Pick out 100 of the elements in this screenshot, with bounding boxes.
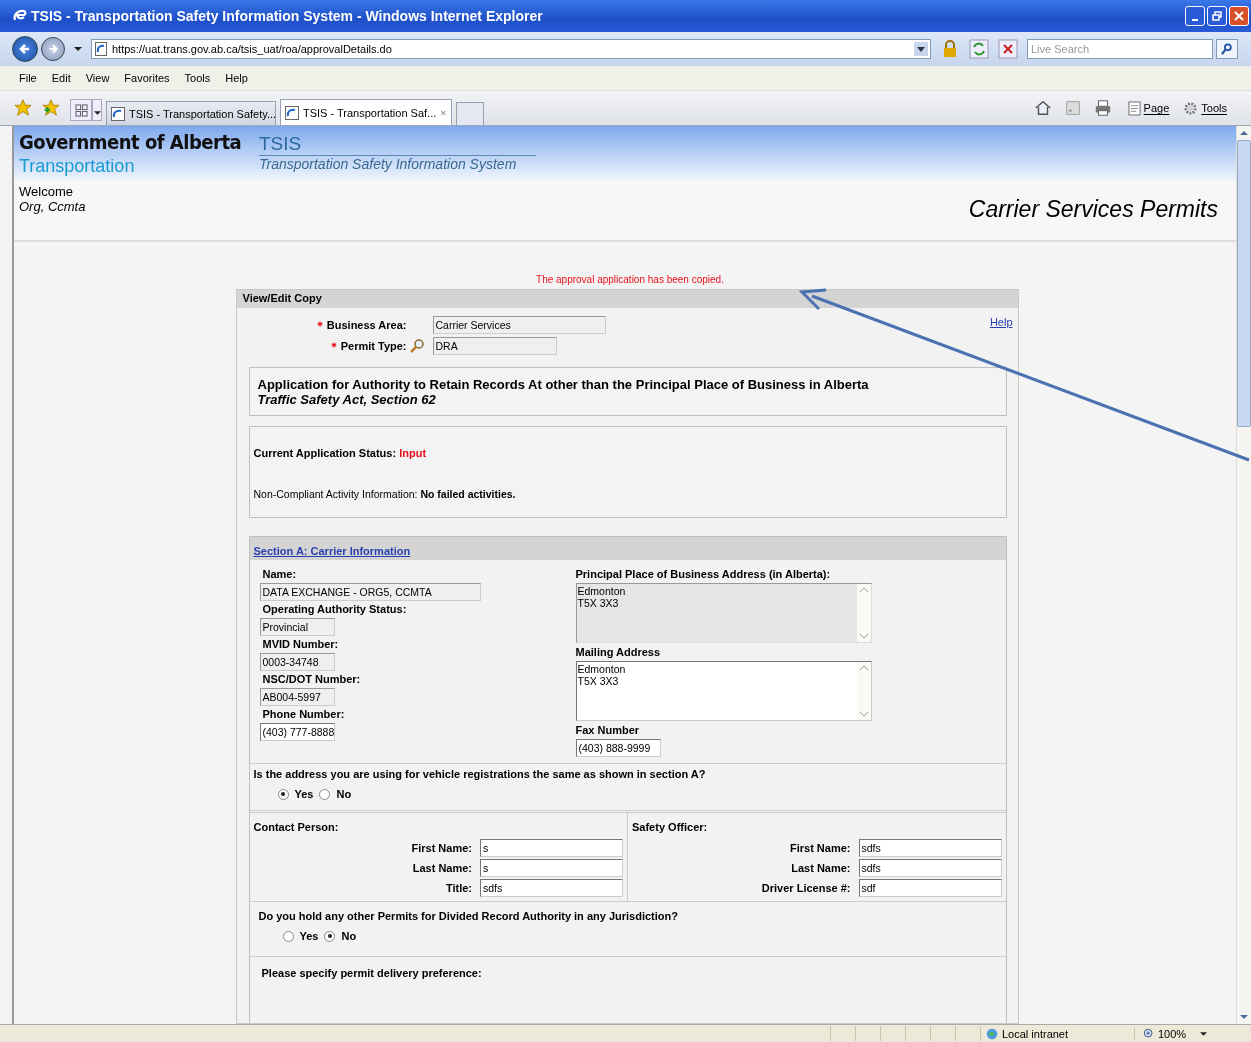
scrollbar[interactable] bbox=[856, 584, 871, 642]
text-area[interactable]: Edmonton T5X 3X3 bbox=[575, 583, 872, 643]
text-field[interactable]: Carrier Services bbox=[432, 316, 606, 334]
text-field[interactable]: sdfs bbox=[858, 839, 1002, 857]
text-field[interactable]: AB004-5997 bbox=[259, 688, 335, 706]
text-field[interactable]: (403) 777-8888 bbox=[259, 723, 335, 741]
address-field[interactable]: https://uat.trans.gov.ab.ca/tsis_uat/roa/approvalDetails.do bbox=[91, 39, 931, 59]
dropdown-icon[interactable] bbox=[74, 47, 82, 51]
success-message: The approval application has been copied. bbox=[536, 274, 724, 285]
status-text: Current Application Status: Input bbox=[253, 447, 428, 459]
help-link[interactable]: Help bbox=[989, 316, 1013, 355]
field-label: First Name: bbox=[411, 842, 472, 854]
stop-icon[interactable] bbox=[998, 39, 1018, 59]
text-field[interactable]: s bbox=[480, 839, 623, 857]
radio-option[interactable]: Yes bbox=[277, 788, 314, 800]
close-icon bbox=[1234, 11, 1244, 21]
search-icon[interactable] bbox=[408, 338, 425, 354]
field-label: Phone Number: bbox=[261, 708, 346, 720]
refresh-icon[interactable] bbox=[969, 39, 989, 59]
radio-option[interactable]: No bbox=[319, 788, 352, 800]
text-area[interactable]: Edmonton T5X 3X3 bbox=[575, 661, 872, 721]
scroll-up-icon[interactable] bbox=[1240, 131, 1248, 135]
scrollbar[interactable] bbox=[856, 662, 871, 720]
zoom-icon[interactable] bbox=[1134, 1027, 1155, 1040]
zoom-level[interactable]: 100% bbox=[1158, 1027, 1187, 1040]
menu-item[interactable]: Help bbox=[225, 72, 248, 84]
field-label: Permit Type: bbox=[340, 340, 407, 352]
tab-list-button[interactable] bbox=[92, 99, 102, 121]
scrollbar[interactable] bbox=[1236, 126, 1251, 1024]
caret-icon[interactable] bbox=[1200, 1031, 1208, 1036]
restore-icon bbox=[1212, 11, 1222, 21]
text-field[interactable]: (403) 888-9999 bbox=[575, 739, 661, 757]
search-icon bbox=[1221, 43, 1233, 55]
search-button[interactable] bbox=[1216, 39, 1238, 59]
page-icon bbox=[1127, 100, 1141, 116]
browser-tab[interactable]: TSIS - Transportation Saf... bbox=[280, 99, 452, 125]
scroll-down-icon[interactable] bbox=[859, 712, 868, 716]
dropdown-icon[interactable] bbox=[914, 42, 928, 56]
field-label: Last Name: bbox=[791, 862, 851, 874]
menu-item[interactable]: File bbox=[19, 72, 37, 84]
minimize-button[interactable] bbox=[1185, 6, 1205, 26]
act-reference: Traffic Safety Act, Section 62 bbox=[257, 392, 437, 407]
menu-item[interactable]: View bbox=[85, 72, 110, 84]
radio-option[interactable]: Yes bbox=[282, 930, 319, 942]
forward-button[interactable] bbox=[41, 37, 65, 61]
text-field[interactable]: sdfs bbox=[858, 859, 1002, 877]
scroll-up-icon[interactable] bbox=[859, 666, 868, 670]
add-favorite-icon[interactable] bbox=[42, 99, 60, 117]
welcome-text: Welcome bbox=[19, 184, 74, 199]
question-text: Do you hold any other Permits for Divided Record Authority in any Jurisdiction? bbox=[258, 910, 679, 922]
browser-tab[interactable]: TSIS - Transportation Safety... bbox=[106, 101, 276, 125]
restore-button[interactable] bbox=[1207, 6, 1227, 26]
field-label: NSC/DOT Number: bbox=[261, 673, 362, 685]
text-field[interactable]: sdfs bbox=[480, 879, 623, 897]
department-name: Transportation bbox=[19, 156, 136, 177]
print-icon[interactable] bbox=[1093, 99, 1112, 117]
gear-icon bbox=[1183, 100, 1199, 116]
group-title: Contact Person: bbox=[253, 821, 340, 833]
text-field[interactable]: sdf bbox=[858, 879, 1002, 897]
close-button[interactable] bbox=[1229, 6, 1249, 26]
field-label: Last Name: bbox=[412, 862, 472, 874]
menu-item[interactable]: Favorites bbox=[124, 72, 170, 84]
globe-icon bbox=[980, 1026, 999, 1041]
field-label: Operating Authority Status: bbox=[261, 603, 408, 615]
home-icon[interactable] bbox=[1033, 99, 1052, 117]
text-field[interactable]: DRA bbox=[432, 337, 557, 355]
text-field[interactable]: 0003-34748 bbox=[259, 653, 335, 671]
page-menu-button[interactable]: Page bbox=[1123, 100, 1174, 116]
field-label: Principal Place of Business Address (in Alberta): bbox=[575, 568, 832, 580]
section-link[interactable]: Section A: Carrier Information bbox=[253, 545, 411, 557]
radio-option[interactable]: No bbox=[324, 930, 357, 942]
quick-tabs-button[interactable] bbox=[70, 99, 92, 121]
question-text: Is the address you are using for vehicle registrations the same as shown in section A? bbox=[253, 768, 707, 780]
menu-item[interactable]: Tools bbox=[184, 72, 211, 84]
non-compliant-text: Non-Compliant Activity Information: No failed activities. bbox=[253, 488, 517, 500]
field-label: MVID Number: bbox=[261, 638, 340, 650]
organization-name: Government of Alberta bbox=[19, 130, 242, 154]
form-title: View/Edit Copy bbox=[236, 290, 1018, 308]
grid-icon bbox=[74, 103, 88, 117]
text-field[interactable]: DATA EXCHANGE - ORG5, CCMTA bbox=[259, 583, 481, 601]
scroll-down-icon[interactable] bbox=[1240, 1015, 1248, 1019]
text-field[interactable]: Provincial bbox=[259, 618, 335, 636]
search-field[interactable]: Live Search bbox=[1027, 39, 1213, 59]
field-label: Mailing Address bbox=[575, 646, 662, 658]
tools-menu-button[interactable]: Tools bbox=[1179, 100, 1231, 116]
back-button[interactable] bbox=[12, 36, 38, 62]
scroll-down-icon[interactable] bbox=[859, 634, 868, 638]
menu-item[interactable]: Edit bbox=[51, 72, 71, 84]
text-field[interactable]: s bbox=[480, 859, 623, 877]
minimize-icon bbox=[1192, 19, 1198, 21]
app-name: TSIS bbox=[259, 133, 536, 156]
caret-icon bbox=[93, 110, 101, 115]
field-label: Title: bbox=[445, 882, 472, 894]
app-full-name: Transportation Safety Information System bbox=[259, 156, 518, 172]
scroll-up-icon[interactable] bbox=[859, 588, 868, 592]
star-icon[interactable] bbox=[14, 99, 32, 117]
user-name: Org, Ccmta bbox=[19, 199, 86, 214]
page-icon bbox=[95, 42, 107, 56]
application-heading: Application for Authority to Retain Records At other than the Principal Place of Business in Alberta bbox=[257, 377, 870, 392]
question-text: Please specify permit delivery preference: bbox=[261, 967, 483, 979]
